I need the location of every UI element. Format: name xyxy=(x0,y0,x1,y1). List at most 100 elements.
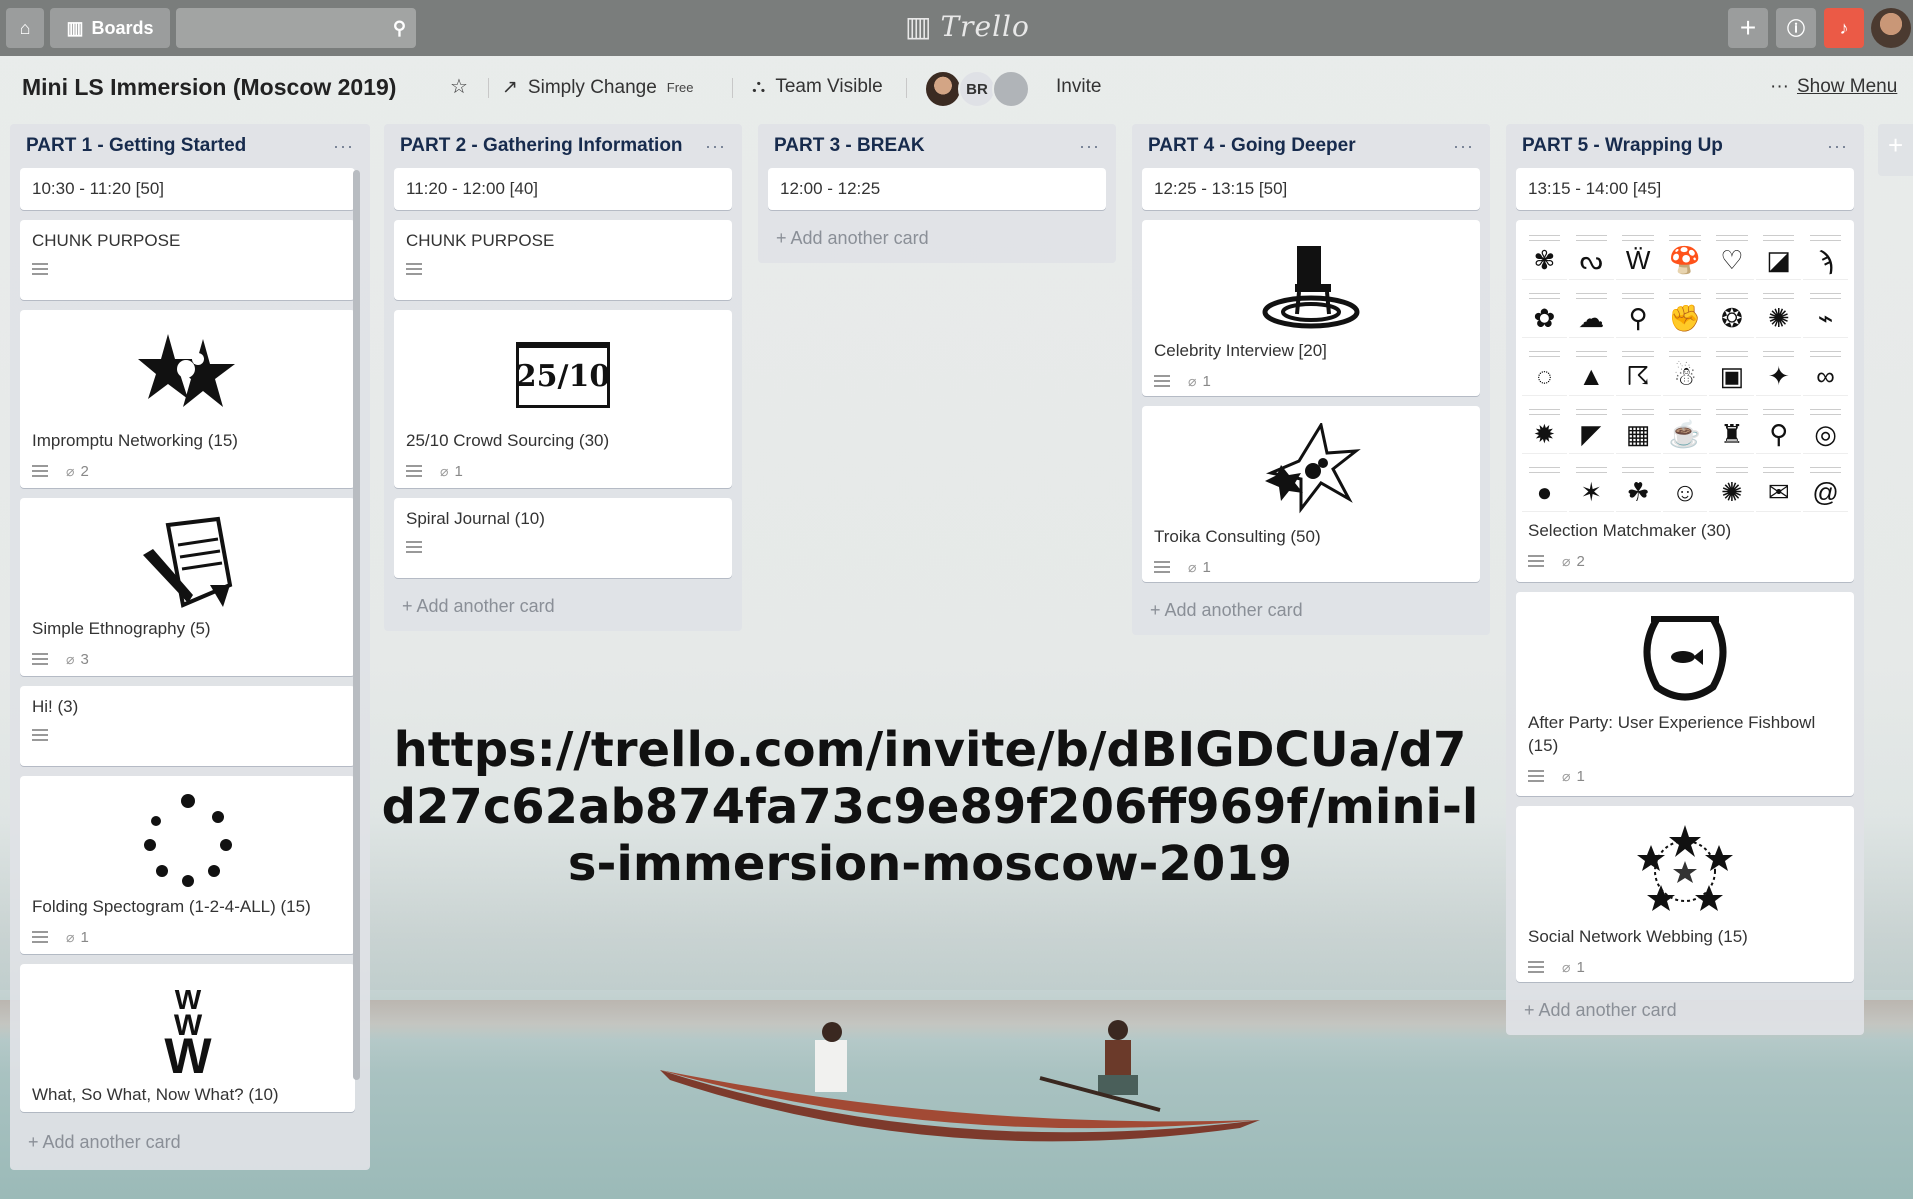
matchmaker-structure-icon: 🍄 xyxy=(1668,245,1702,275)
invite-button[interactable]: Invite xyxy=(1056,76,1101,98)
team-name: Simply Change xyxy=(527,76,657,98)
matchmaker-caption xyxy=(1528,409,1561,415)
member-avatar[interactable] xyxy=(924,70,962,108)
list-menu-icon[interactable]: ··· xyxy=(1827,136,1848,157)
create-button[interactable]: + xyxy=(1728,8,1768,48)
card[interactable]: 11:20 - 12:00 [40] xyxy=(394,168,732,210)
matchmaker-structure-icon: @ xyxy=(1812,477,1839,507)
list-header[interactable]: PART 2 - Gathering Information ··· xyxy=(394,124,732,168)
list-header[interactable]: PART 5 - Wrapping Up ··· xyxy=(1516,124,1854,168)
card[interactable]: Celebrity Interview [20] ⌀ 1 xyxy=(1142,220,1480,396)
card-title: Simple Ethnography (5) xyxy=(32,619,211,638)
divider xyxy=(906,78,907,98)
boards-button[interactable]: ▥ Boards xyxy=(50,8,170,48)
card[interactable]: 25/10 25/10 Crowd Sourcing (30) ⌀ 1 xyxy=(394,310,732,488)
card[interactable]: Hi! (3) xyxy=(20,686,355,766)
matchmaker-cell: ◌ xyxy=(1522,340,1567,396)
card[interactable]: CHUNK PURPOSE xyxy=(20,220,355,300)
card[interactable]: W W W What, So What, Now What? (10) xyxy=(20,964,355,1112)
matchmaker-caption xyxy=(1716,235,1748,241)
boards-icon: ▥ xyxy=(66,17,84,38)
attachment-icon: ⌀ xyxy=(66,462,75,479)
card[interactable]: Spiral Journal (10) xyxy=(394,498,732,578)
matchmaker-caption xyxy=(1622,467,1654,473)
card[interactable]: Folding Spectogram (1-2-4-ALL) (15) ⌀ 1 xyxy=(20,776,355,954)
description-icon xyxy=(32,465,48,478)
list-header[interactable]: PART 3 - BREAK ··· xyxy=(768,124,1106,168)
card[interactable]: 12:00 - 12:25 xyxy=(768,168,1106,210)
visibility-button[interactable]: ⛬ Team Visible xyxy=(752,76,883,98)
matchmaker-caption xyxy=(1575,351,1607,357)
attachment-icon: ⌀ xyxy=(1562,767,1571,784)
matchmaker-caption xyxy=(1809,235,1842,241)
matchmaker-structure-icon: ◪ xyxy=(1766,245,1791,275)
card[interactable]: Social Network Webbing (15) ⌀ 1 xyxy=(1516,806,1854,982)
user-avatar[interactable] xyxy=(1871,8,1911,48)
star-icon[interactable]: ☆ xyxy=(450,74,468,99)
trello-logo[interactable]: ▥ Trello xyxy=(905,10,1030,43)
matchmaker-structure-icon: ∞ xyxy=(1816,361,1835,391)
add-card-button[interactable]: + Add another card xyxy=(394,588,732,631)
matchmaker-structure-icon: ✶ xyxy=(1580,477,1603,507)
member-initials-avatar[interactable]: BR xyxy=(958,70,996,108)
team-visible-icon: ⛬ xyxy=(752,76,766,97)
matchmaker-cell: ☺ xyxy=(1662,456,1708,512)
card[interactable]: 13:15 - 14:00 [45] xyxy=(1516,168,1854,210)
search-input[interactable]: ⚲ xyxy=(176,8,416,48)
matchmaker-structure-icon: ⌁ xyxy=(1817,303,1834,333)
home-button[interactable]: ⌂ xyxy=(6,8,44,48)
list-title[interactable]: PART 5 - Wrapping Up xyxy=(1522,135,1723,157)
show-menu-button[interactable]: ··· Show Menu xyxy=(1770,76,1897,98)
card[interactable]: Troika Consulting (50) ⌀ 1 xyxy=(1142,406,1480,582)
list-header[interactable]: PART 4 - Going Deeper ··· xyxy=(1142,124,1480,168)
add-card-button[interactable]: + Add another card xyxy=(1516,992,1854,1035)
matchmaker-structure-icon: ⚲ xyxy=(1628,303,1648,333)
matchmaker-cell: ☈ xyxy=(1615,340,1661,396)
description-icon xyxy=(406,262,422,275)
card[interactable]: Simple Ethnography (5) ⌀ 3 xyxy=(20,498,355,676)
notifications-button[interactable]: ♪ xyxy=(1824,8,1864,48)
list-title[interactable]: PART 3 - BREAK xyxy=(774,135,925,157)
matchmaker-structure-icon: ☘ xyxy=(1626,477,1650,507)
list-title[interactable]: PART 4 - Going Deeper xyxy=(1148,135,1356,157)
board-title[interactable]: Mini LS Immersion (Moscow 2019) xyxy=(22,74,396,101)
matchmaker-caption xyxy=(1575,467,1607,473)
list-title[interactable]: PART 2 - Gathering Information xyxy=(400,135,683,157)
list-menu-icon[interactable]: ··· xyxy=(705,136,726,157)
matchmaker-cell: 🍄 xyxy=(1662,224,1708,280)
list-part-3: PART 3 - BREAK ··· 12:00 - 12:25 + Add a… xyxy=(758,124,1116,263)
star-network-icon xyxy=(1637,825,1733,911)
matchmaker-caption xyxy=(1763,467,1795,473)
card[interactable]: 12:25 - 13:15 [50] xyxy=(1142,168,1480,210)
matchmaker-cell: Ẅ xyxy=(1615,224,1661,280)
add-list-button[interactable]: + xyxy=(1878,124,1913,176)
list-header[interactable]: PART 1 - Getting Started ··· xyxy=(20,124,360,168)
list-scrollbar[interactable] xyxy=(353,170,360,1080)
matchmaker-structure-icon: ▲ xyxy=(1578,361,1605,391)
add-card-button[interactable]: + Add another card xyxy=(768,220,1106,263)
card[interactable]: 10:30 - 11:20 [50] xyxy=(20,168,355,210)
member-avatar[interactable] xyxy=(992,70,1030,108)
list-menu-icon[interactable]: ··· xyxy=(333,136,354,157)
matchmaker-caption xyxy=(1622,409,1654,415)
list-menu-icon[interactable]: ··· xyxy=(1453,136,1474,157)
card[interactable]: Impromptu Networking (15) ⌀ 2 xyxy=(20,310,355,488)
list-menu-icon[interactable]: ··· xyxy=(1079,136,1100,157)
matchmaker-structure-icon: ☺ xyxy=(1671,477,1699,507)
add-card-button[interactable]: + Add another card xyxy=(1142,592,1480,635)
matchmaker-cell: ☃ xyxy=(1662,340,1708,396)
more-icon: ··· xyxy=(1770,76,1789,97)
team-button[interactable]: ↗ Simply Change Free xyxy=(502,76,694,99)
attachment-count: 1 xyxy=(1576,767,1585,785)
card-title: CHUNK PURPOSE xyxy=(406,231,555,250)
card[interactable]: After Party: User Experience Fishbowl (1… xyxy=(1516,592,1854,796)
matchmaker-caption xyxy=(1763,351,1795,357)
list-title[interactable]: PART 1 - Getting Started xyxy=(26,135,246,157)
matchmaker-caption xyxy=(1763,409,1795,415)
info-icon: ⓘ xyxy=(1787,19,1805,39)
matchmaker-caption xyxy=(1528,467,1561,473)
add-card-button[interactable]: + Add another card xyxy=(20,1124,189,1167)
card[interactable]: ✾ ᔓ Ẅ 🍄 ♡ ◪ ϡ ✿ ☁ ⚲ ✊ ❂ ✺ ⌁ ◌ ▲ ☈ ☃ ▣ ✦ ∞ ✹ ◤ ▦ ☕ ♜ ⚲ ◎ ● ✶ ☘ ☺ ✺ ✉ @ Sele… xyxy=(1516,220,1854,582)
info-button[interactable]: ⓘ xyxy=(1776,8,1816,48)
card[interactable]: CHUNK PURPOSE xyxy=(394,220,732,300)
